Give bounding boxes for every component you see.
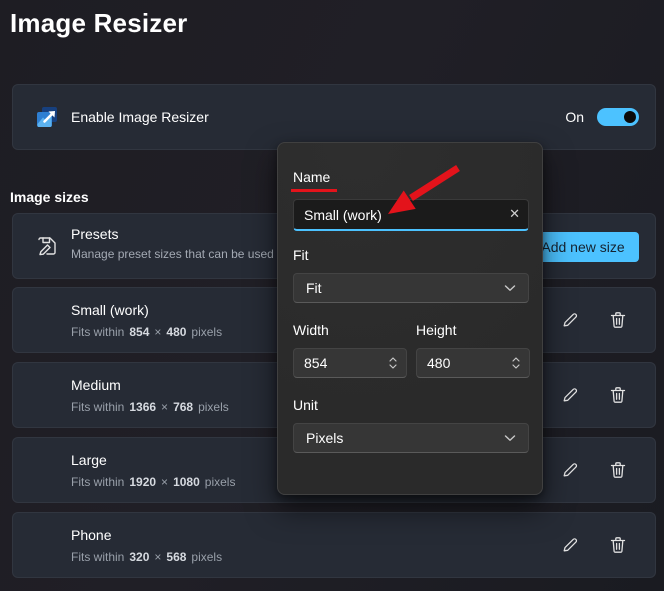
unit-suffix: pixels (191, 550, 223, 564)
annotation-red-underline (291, 189, 337, 192)
edit-size-button[interactable] (555, 305, 585, 335)
delete-size-button[interactable] (603, 305, 633, 335)
size-width: 854 (129, 325, 150, 339)
toggle-knob (624, 111, 636, 123)
size-height: 480 (166, 325, 187, 339)
unit-suffix: pixels (198, 400, 229, 414)
enable-label: Enable Image Resizer (71, 109, 209, 125)
pencil-icon (561, 386, 579, 404)
pencil-icon (561, 461, 579, 479)
unit-suffix: pixels (204, 475, 236, 489)
image-resizer-logo-icon (34, 104, 60, 130)
presets-title: Presets (71, 226, 119, 242)
size-name: Medium (71, 377, 121, 393)
page-title: Image Resizer (10, 8, 188, 38)
unit-select[interactable]: Pixels (293, 423, 529, 453)
size-width: 1366 (129, 400, 157, 414)
fit-select[interactable]: Fit (293, 273, 529, 303)
trash-icon (610, 386, 626, 404)
trash-icon (610, 536, 626, 554)
delete-size-button[interactable] (603, 455, 633, 485)
size-height: 1080 (173, 475, 200, 489)
size-name: Small (work) (71, 302, 149, 318)
edit-size-button[interactable] (555, 380, 585, 410)
width-numberbox (293, 348, 407, 378)
add-new-size-button[interactable]: Add new size (527, 232, 639, 262)
annotation-red-arrow (380, 158, 470, 224)
delete-size-button[interactable] (603, 380, 633, 410)
clear-text-icon[interactable]: ✕ (509, 206, 520, 222)
name-label: Name (293, 169, 331, 185)
chevron-down-icon (504, 434, 516, 442)
toggle-state-label: On (565, 109, 584, 125)
presets-subtitle: Manage preset sizes that can be used i (71, 247, 280, 261)
fits-prefix: Fits within (71, 475, 125, 489)
chevron-down-icon (504, 284, 516, 292)
height-label: Height (416, 322, 457, 338)
unit-label: Unit (293, 397, 318, 413)
size-height: 768 (173, 400, 194, 414)
times-glyph: × (154, 550, 162, 564)
size-name: Large (71, 452, 107, 468)
fit-label: Fit (293, 247, 309, 263)
size-description: Fits within 1920 × 1080 pixels (71, 475, 235, 489)
unit-suffix: pixels (191, 325, 223, 339)
presets-save-icon (36, 235, 58, 257)
size-description: Fits within 854 × 480 pixels (71, 325, 222, 339)
unit-select-value: Pixels (306, 430, 344, 446)
enable-card: Enable Image Resizer On (12, 84, 656, 150)
width-label: Width (293, 322, 329, 338)
pencil-icon (561, 536, 579, 554)
fits-prefix: Fits within (71, 550, 125, 564)
size-name: Phone (71, 527, 112, 543)
size-height: 568 (166, 550, 187, 564)
edit-size-button[interactable] (555, 455, 585, 485)
delete-size-button[interactable] (603, 530, 633, 560)
image-resizer-settings-page: Image Resizer Enable Image Resizer On Im… (0, 0, 664, 591)
times-glyph: × (161, 400, 169, 414)
edit-size-button[interactable] (555, 530, 585, 560)
size-width: 1920 (129, 475, 157, 489)
size-description: Fits within 320 × 568 pixels (71, 550, 222, 564)
width-input[interactable] (294, 355, 364, 371)
number-stepper-icon[interactable] (511, 355, 521, 371)
height-numberbox (416, 348, 530, 378)
trash-icon (610, 311, 626, 329)
height-input[interactable] (417, 355, 487, 371)
enable-toggle[interactable] (597, 108, 639, 126)
toggle-area: On (565, 108, 639, 126)
fits-prefix: Fits within (71, 325, 125, 339)
number-stepper-icon[interactable] (388, 355, 398, 371)
fit-select-value: Fit (306, 280, 322, 296)
times-glyph: × (154, 325, 162, 339)
section-header-image-sizes: Image sizes (10, 189, 89, 205)
trash-icon (610, 461, 626, 479)
times-glyph: × (161, 475, 169, 489)
size-row-phone: Phone Fits within 320 × 568 pixels (12, 512, 656, 578)
pencil-icon (561, 311, 579, 329)
fits-prefix: Fits within (71, 400, 125, 414)
size-width: 320 (129, 550, 150, 564)
size-description: Fits within 1366 × 768 pixels (71, 400, 229, 414)
